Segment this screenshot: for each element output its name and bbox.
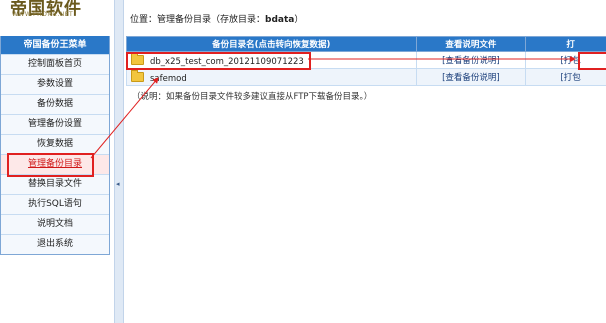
- logo-url: WWW.PHOME.NET: [12, 11, 74, 18]
- table-row: safemod [查看备份说明] [打包: [126, 68, 606, 86]
- dir-link[interactable]: safemod: [150, 74, 187, 84]
- sidebar-item-settings[interactable]: 参数设置: [1, 74, 109, 94]
- sidebar-item-run-sql[interactable]: 执行SQL语句: [1, 194, 109, 214]
- sidebar-item-logout[interactable]: 退出系统: [1, 234, 109, 254]
- annotation-box-menu: [7, 153, 94, 177]
- annotation-box-dirname: [126, 52, 311, 70]
- column-header-action: 打: [525, 36, 606, 52]
- sidebar-splitter[interactable]: ◂: [114, 0, 124, 323]
- table-cell-action: [打包: [525, 68, 606, 86]
- sidebar-menu: 帝国备份王菜单 控制面板首页 参数设置 备份数据 管理备份设置 恢复数据 管理备…: [0, 36, 110, 255]
- sidebar-item-restore-data[interactable]: 恢复数据: [1, 134, 109, 154]
- table-cell-readme: [查看备份说明]: [415, 68, 527, 86]
- breadcrumb-suffix: ）: [294, 15, 304, 25]
- table-header-row: 备份目录名(点击转向恢复数据) 查看说明文件 打: [126, 36, 606, 52]
- logo: 帝国软件 WWW.PHOME.NET: [0, 0, 110, 30]
- pack-link[interactable]: [打包: [560, 73, 580, 83]
- annotation-box-pack: [578, 52, 606, 70]
- view-readme-link[interactable]: [查看备份说明]: [442, 73, 500, 83]
- folder-icon: [131, 69, 144, 82]
- breadcrumb: 位置：管理备份目录（存放目录：bdata）: [130, 12, 303, 25]
- table-cell-readme: [查看备份说明]: [415, 51, 527, 69]
- help-note: （说明：如果备份目录文件较多建议直接从FTP下载备份目录。）: [132, 92, 373, 102]
- breadcrumb-dir: bdata: [265, 15, 295, 25]
- main-content: 位置：管理备份目录（存放目录：bdata） 备份目录名(点击转向恢复数据) 查看…: [126, 0, 606, 323]
- sidebar-item-replace-dir-files[interactable]: 替换目录文件: [1, 174, 109, 194]
- breadcrumb-prefix: 位置：管理备份目录（存放目录：: [130, 15, 266, 25]
- view-readme-link[interactable]: [查看备份说明]: [442, 56, 500, 66]
- column-header-dirname: 备份目录名(点击转向恢复数据): [126, 36, 417, 52]
- collapse-arrow-icon[interactable]: ◂: [116, 180, 120, 188]
- sidebar-item-docs[interactable]: 说明文档: [1, 214, 109, 234]
- sidebar-item-manage-backup-settings[interactable]: 管理备份设置: [1, 114, 109, 134]
- table-cell-dirname[interactable]: safemod: [126, 68, 417, 86]
- column-header-readme: 查看说明文件: [415, 36, 527, 52]
- sidebar-item-backup-data[interactable]: 备份数据: [1, 94, 109, 114]
- sidebar-menu-title: 帝国备份王菜单: [1, 36, 109, 54]
- sidebar-item-control-panel[interactable]: 控制面板首页: [1, 54, 109, 74]
